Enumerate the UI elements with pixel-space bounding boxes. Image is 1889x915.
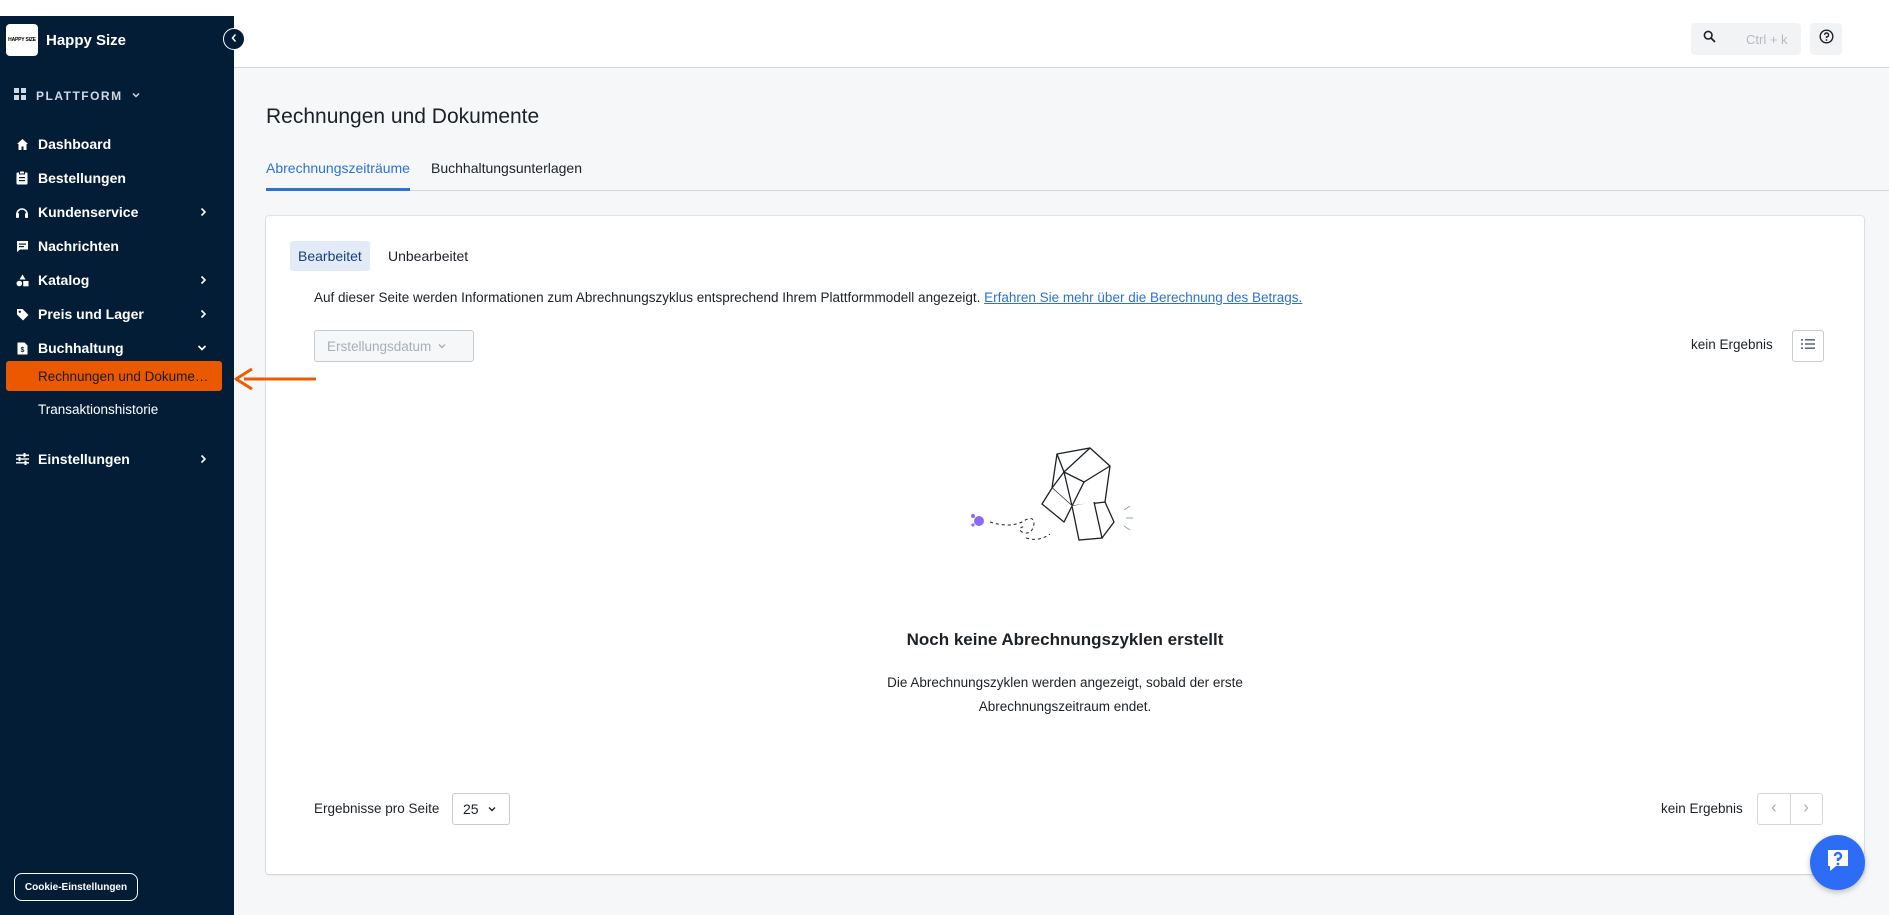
tab-buchhaltungsunterlagen[interactable]: Buchhaltungsunterlagen	[431, 160, 582, 191]
sidebar-item-bestellungen[interactable]: Bestellungen	[14, 164, 214, 192]
svg-text:$: $	[20, 347, 24, 354]
search-placeholder: Ctrl + k	[1746, 31, 1788, 47]
collapse-sidebar-button[interactable]	[223, 28, 245, 50]
headset-icon	[14, 206, 30, 219]
date-filter-label: Erstellungsdatum	[327, 338, 432, 354]
search-icon	[1703, 30, 1716, 48]
per-page-value: 25	[463, 801, 479, 817]
next-page-button[interactable]	[1791, 794, 1823, 824]
chat-support-button[interactable]	[1810, 835, 1865, 890]
document-icon: $	[14, 342, 30, 355]
page-title: Rechnungen und Dokumente	[266, 105, 540, 128]
tab-bar: Abrechnungszeiträume Buchhaltungsunterla…	[266, 160, 1889, 191]
sidebar-item-preis-und-lager[interactable]: Preis und Lager	[14, 300, 214, 328]
chevron-down-icon	[131, 89, 141, 103]
home-icon	[14, 138, 30, 151]
brand-name: Happy Size	[46, 31, 127, 49]
chevron-left-icon	[1770, 800, 1778, 818]
sidebar-item-label: Buchhaltung	[38, 340, 124, 356]
chevron-down-icon	[487, 801, 497, 817]
result-count-bottom: kein Ergebnis	[1661, 801, 1743, 816]
sidebar-item-rechnungen-und-dokumente[interactable]: Rechnungen und Dokume…	[6, 361, 222, 391]
sidebar-item-einstellungen[interactable]: Einstellungen	[14, 445, 214, 473]
segment-unbearbeitet[interactable]: Unbearbeitet	[380, 241, 476, 271]
platform-section-label: PLATTFORM	[36, 88, 123, 103]
per-page-label: Ergebnisse pro Seite	[314, 801, 440, 816]
sidebar-item-label: Preis und Lager	[38, 306, 144, 322]
chevron-right-icon	[198, 273, 208, 289]
grid-icon	[14, 88, 26, 103]
empty-state-title: Noch keine Abrechnungszyklen erstellt	[906, 630, 1224, 649]
clipboard-icon	[14, 171, 30, 185]
sidebar-item-dashboard[interactable]: Dashboard	[14, 130, 214, 158]
brand-logo: HAPPY SIZE	[6, 24, 38, 56]
help-button[interactable]	[1810, 23, 1842, 55]
sidebar-item-label: Katalog	[38, 272, 90, 288]
content-card: Bearbeitet Unbearbeitet Auf dieser Seite…	[266, 216, 1864, 874]
chevron-left-icon	[230, 30, 238, 48]
sidebar-item-label: Einstellungen	[38, 451, 130, 467]
chevron-right-icon	[198, 452, 208, 468]
chat-support-icon	[1824, 846, 1852, 879]
sidebar-item-label: Kundenservice	[38, 204, 139, 220]
empty-state-description: Die Abrechnungszyklen werden angezeigt, …	[887, 675, 1243, 714]
pagination	[1757, 793, 1823, 825]
chevron-right-icon	[198, 307, 208, 323]
cookie-settings-button[interactable]: Cookie-Einstellungen	[14, 873, 138, 901]
previous-page-button[interactable]	[1758, 794, 1791, 824]
annotation-arrow	[232, 366, 318, 397]
info-text: Auf dieser Seite werden Informationen zu…	[314, 290, 1302, 305]
segment-bearbeitet[interactable]: Bearbeitet	[290, 241, 370, 271]
sliders-icon	[14, 453, 30, 465]
platform-section-toggle[interactable]: PLATTFORM	[14, 88, 141, 103]
sidebar-item-transaktionshistorie[interactable]: Transaktionshistorie	[6, 394, 222, 424]
date-filter-select[interactable]: Erstellungsdatum	[314, 330, 474, 362]
sidebar-item-katalog[interactable]: Katalog	[14, 266, 214, 294]
help-icon	[1818, 29, 1834, 49]
chevron-right-icon	[1802, 800, 1810, 818]
per-page-select[interactable]: 25	[452, 793, 510, 825]
brand[interactable]: HAPPY SIZE Happy Size	[6, 24, 126, 56]
shapes-icon	[14, 274, 30, 287]
info-message: Auf dieser Seite werden Informationen zu…	[314, 290, 981, 305]
sidebar-item-buchhaltung[interactable]: $ Buchhaltung	[14, 334, 214, 362]
info-link[interactable]: Erfahren Sie mehr über die Berechnung de…	[984, 290, 1302, 305]
search-input[interactable]: Ctrl + k	[1691, 23, 1801, 55]
topbar: Ctrl + k	[234, 16, 1889, 68]
list-icon	[1801, 337, 1815, 355]
sidebar-item-kundenservice[interactable]: Kundenservice	[14, 198, 214, 226]
main-content: Rechnungen und Dokumente Abrechnungszeit…	[234, 68, 1889, 915]
chevron-right-icon	[198, 205, 208, 221]
empty-box-illustration	[964, 442, 1164, 567]
list-view-button[interactable]	[1792, 330, 1824, 362]
sidebar-item-label: Dashboard	[38, 136, 112, 152]
sidebar-item-label: Nachrichten	[38, 238, 119, 254]
result-count: kein Ergebnis	[1691, 337, 1773, 352]
sidebar-item-label: Bestellungen	[38, 170, 126, 186]
chevron-down-icon	[196, 341, 208, 357]
sidebar-item-nachrichten[interactable]: Nachrichten	[14, 232, 214, 260]
chevron-down-icon	[437, 339, 447, 354]
tab-abrechnungszeitraeume[interactable]: Abrechnungszeiträume	[266, 160, 410, 191]
tag-icon	[14, 308, 30, 321]
chat-icon	[14, 240, 30, 253]
sidebar: HAPPY SIZE Happy Size PLATTFORM Dashboar…	[0, 16, 234, 915]
